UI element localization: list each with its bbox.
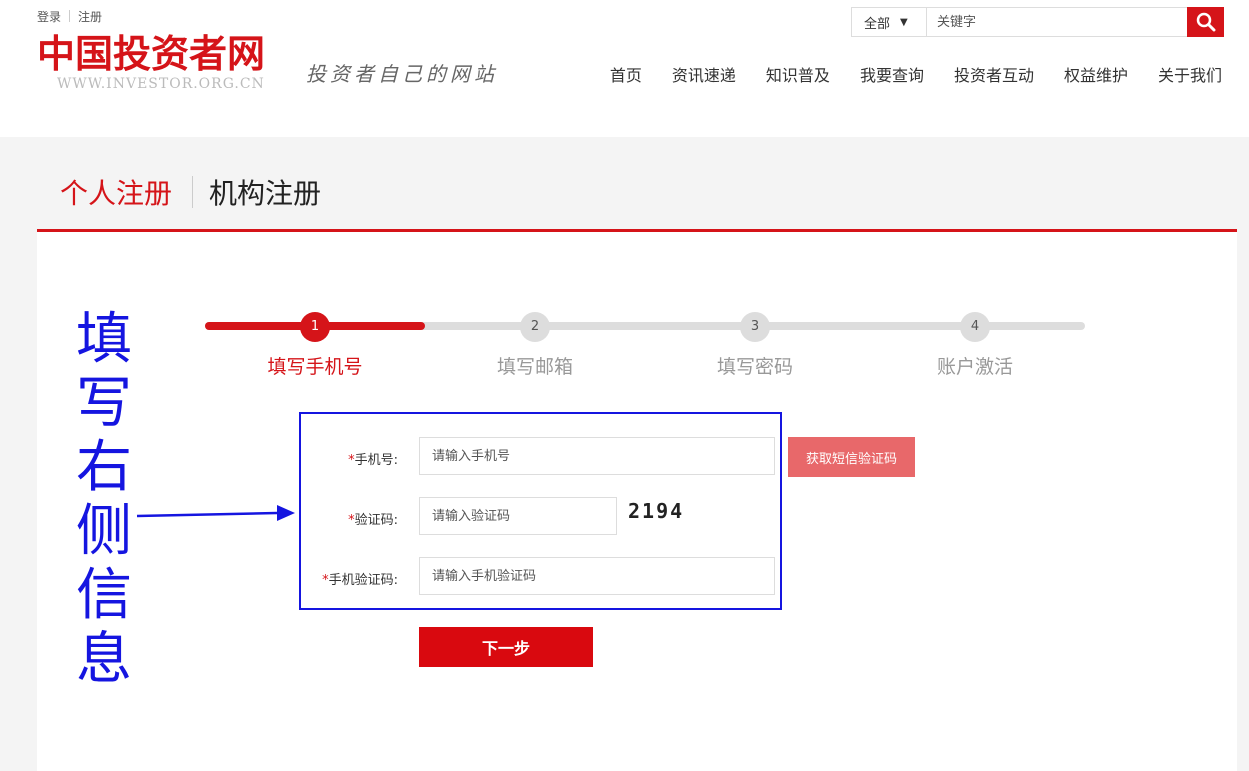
step-label: 填写手机号 xyxy=(267,356,363,378)
search-input[interactable] xyxy=(927,8,1187,36)
captcha-label: *验证码: xyxy=(348,513,398,528)
tab-org-registration[interactable]: 机构注册 xyxy=(209,172,321,212)
step-4: 4 账户激活 xyxy=(915,312,1035,379)
tab-personal-registration[interactable]: 个人注册 xyxy=(60,172,172,212)
nav-item-interaction[interactable]: 投资者互动 xyxy=(954,62,1034,86)
step-3: 3 填写密码 xyxy=(695,312,815,379)
step-label: 填写邮箱 xyxy=(496,356,573,378)
divider xyxy=(69,10,71,22)
top-links: 登录 注册 xyxy=(37,8,102,25)
nav-item-about[interactable]: 关于我们 xyxy=(1158,62,1222,86)
register-link[interactable]: 注册 xyxy=(78,10,102,24)
dropdown-arrow-icon: ▼ xyxy=(900,16,908,28)
nav-item-news[interactable]: 资讯速递 xyxy=(672,62,736,86)
tab-divider xyxy=(192,176,194,208)
sms-code-label: *手机验证码: xyxy=(322,573,398,588)
nav-item-query[interactable]: 我要查询 xyxy=(860,62,924,86)
phone-input[interactable] xyxy=(419,437,775,475)
nav-item-home[interactable]: 首页 xyxy=(610,62,642,86)
logo-text: 中国投资者网 xyxy=(37,32,266,76)
main-nav: 首页 资讯速递 知识普及 我要查询 投资者互动 权益维护 关于我们 xyxy=(610,62,1222,86)
step-1: 1 填写手机号 xyxy=(255,312,375,379)
next-step-button[interactable]: 下一步 xyxy=(419,627,593,667)
annotation-arrow-icon xyxy=(136,505,295,521)
step-2: 2 填写邮箱 xyxy=(475,312,595,379)
search-bar: 全部 ▼ xyxy=(851,7,1224,37)
phone-label: *手机号: xyxy=(348,453,398,468)
login-link[interactable]: 登录 xyxy=(37,10,61,24)
step-number: 1 xyxy=(300,312,330,342)
step-number: 4 xyxy=(960,312,990,342)
registration-tabs: 个人注册 机构注册 xyxy=(60,172,321,212)
captcha-image[interactable]: 2194 xyxy=(628,499,684,523)
step-number: 3 xyxy=(740,312,770,342)
site-logo[interactable]: 中国投资者网 WWW.INVESTOR.ORG.CN xyxy=(37,32,302,92)
search-category-select[interactable]: 全部 ▼ xyxy=(852,8,927,36)
step-label: 填写密码 xyxy=(716,356,793,378)
progress-steps: 1 填写手机号 2 填写邮箱 3 填写密码 4 账户激活 xyxy=(205,312,1085,382)
get-sms-code-button[interactable]: 获取短信验证码 xyxy=(788,437,915,477)
step-label: 账户激活 xyxy=(936,356,1013,378)
search-button[interactable] xyxy=(1187,7,1224,37)
sms-code-input[interactable] xyxy=(419,557,775,595)
annotation-text: 填写右侧信息 xyxy=(76,307,132,692)
search-category-value: 全部 xyxy=(864,16,891,32)
captcha-input[interactable] xyxy=(419,497,617,535)
step-number: 2 xyxy=(520,312,550,342)
logo-url: WWW.INVESTOR.ORG.CN xyxy=(57,76,265,92)
nav-item-rights[interactable]: 权益维护 xyxy=(1064,62,1128,86)
nav-item-knowledge[interactable]: 知识普及 xyxy=(766,62,830,86)
site-slogan: 投资者自己的网站 xyxy=(306,62,498,86)
search-icon xyxy=(1196,12,1215,32)
